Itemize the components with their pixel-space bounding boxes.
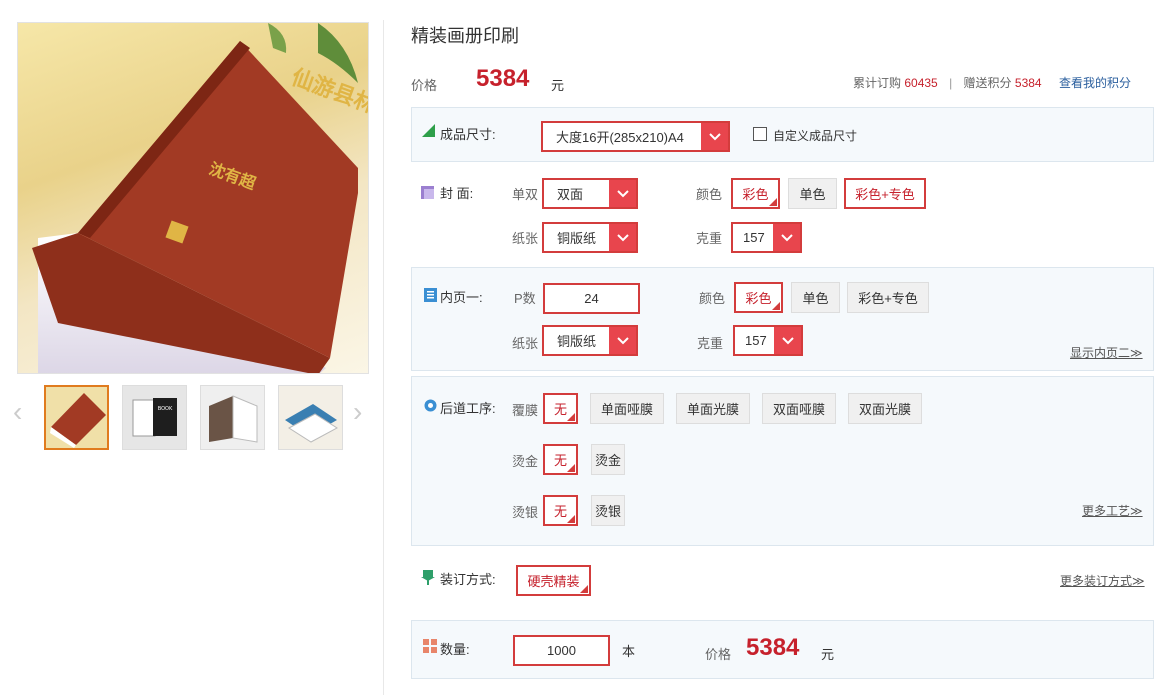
custom-size-label: 自定义成品尺寸: [773, 129, 858, 143]
stats-separator: |: [949, 76, 953, 90]
chevron-down-icon: [609, 327, 636, 354]
svg-text:BOOK: BOOK: [158, 406, 173, 412]
custom-size-checkbox[interactable]: [753, 127, 767, 141]
cover-side-value: 双面: [557, 187, 584, 202]
chevron-down-icon: [701, 123, 728, 150]
thumb-next-arrow[interactable]: ›: [353, 398, 362, 426]
inner-color-option[interactable]: 彩色+专色: [847, 282, 929, 313]
price-currency: 元: [551, 78, 565, 93]
total-price-label: 价格: [705, 647, 732, 662]
inner-color-option[interactable]: 单色: [791, 282, 840, 313]
lamination-option[interactable]: 无: [543, 393, 578, 424]
inner-paper-select[interactable]: 铜版纸: [542, 325, 638, 356]
lamination-option[interactable]: 双面哑膜: [762, 393, 836, 424]
cover-color-option[interactable]: 彩色: [731, 178, 780, 209]
gold-option[interactable]: 无: [543, 444, 578, 475]
grid-icon: [423, 639, 437, 656]
more-binding-link[interactable]: 更多装订方式≫: [1060, 572, 1145, 589]
show-inner-two-link[interactable]: 显示内页二≫: [1070, 344, 1143, 361]
points-label: 赠送积分: [963, 76, 1012, 90]
chevron-down-icon: [609, 224, 636, 251]
price-value: 5384: [476, 65, 530, 92]
silver-option[interactable]: 无: [543, 495, 578, 526]
more-finishing-link[interactable]: 更多工艺≫: [1082, 502, 1143, 519]
divider: [383, 20, 384, 695]
points-count: 5384: [1014, 76, 1042, 90]
lamination-option[interactable]: 双面光膜: [848, 393, 922, 424]
total-price-value: 5384: [746, 634, 800, 661]
product-main-image: 仙游县林氏大族谱 沈有超: [17, 22, 369, 374]
orders-label: 累计订购: [853, 76, 902, 90]
product-title: 精装画册印刷: [411, 26, 519, 46]
cover-color-option[interactable]: 彩色+专色: [844, 178, 926, 209]
cover-weight-value: 157: [743, 230, 765, 245]
finish-label: 后道工序:: [440, 401, 496, 416]
inner-color-option[interactable]: 彩色: [734, 282, 783, 313]
pin-icon: [421, 570, 435, 588]
my-points-link[interactable]: 查看我的积分: [1059, 76, 1131, 90]
inner-paper-label: 纸张: [512, 336, 539, 351]
gear-icon: [423, 398, 438, 416]
orders-count: 60435: [904, 76, 938, 90]
inner-paper-value: 铜版纸: [557, 334, 597, 349]
cover-weight-label: 克重: [696, 231, 723, 246]
total-price-currency: 元: [821, 647, 835, 662]
cover-paper-label: 纸张: [512, 231, 539, 246]
inner-weight-select[interactable]: 157: [733, 325, 803, 356]
inner-pages-input[interactable]: 24: [543, 283, 640, 314]
inner-label: 内页一:: [440, 290, 483, 305]
lamination-option[interactable]: 单面哑膜: [590, 393, 664, 424]
cover-label: 封 面:: [440, 186, 474, 201]
lamination-label: 覆膜: [512, 403, 539, 418]
thumbnail-1[interactable]: [44, 385, 109, 450]
size-label: 成品尺寸:: [440, 127, 496, 142]
chevron-down-icon: [774, 327, 801, 354]
silver-option[interactable]: 烫银: [591, 495, 625, 526]
gold-label: 烫金: [512, 454, 539, 469]
quantity-label: 数量:: [440, 642, 470, 657]
inner-color-label: 颜色: [699, 291, 726, 306]
thumbnail-3[interactable]: [200, 385, 265, 450]
gold-option[interactable]: 烫金: [591, 444, 625, 475]
silver-label: 烫银: [512, 505, 539, 520]
cover-paper-value: 铜版纸: [557, 231, 597, 246]
price-label: 价格: [411, 78, 438, 93]
quantity-unit: 本: [622, 644, 636, 659]
inner-weight-value: 157: [745, 333, 767, 348]
thumbnail-2[interactable]: BOOK: [122, 385, 187, 450]
order-stats: 累计订购 60435 | 赠送积分 5384 查看我的积分: [853, 74, 1131, 91]
cover-paper-select[interactable]: 铜版纸: [542, 222, 638, 253]
size-icon: [422, 124, 435, 140]
cover-side-select[interactable]: 双面: [542, 178, 638, 209]
binding-option[interactable]: 硬壳精装: [516, 565, 591, 596]
quantity-input[interactable]: 1000: [513, 635, 610, 666]
chevron-down-icon: [609, 180, 636, 207]
cover-weight-select[interactable]: 157: [731, 222, 802, 253]
binding-label: 装订方式:: [440, 572, 496, 587]
size-select-value: 大度16开(285x210)A4: [556, 130, 684, 145]
inner-icon: [424, 288, 437, 305]
cover-color-option[interactable]: 单色: [788, 178, 837, 209]
cover-side-label: 单双: [512, 187, 539, 202]
thumbnail-4[interactable]: [278, 385, 343, 450]
inner-weight-label: 克重: [697, 336, 724, 351]
cover-color-label: 颜色: [696, 187, 723, 202]
cover-icon: [421, 186, 434, 202]
thumb-prev-arrow[interactable]: ‹: [13, 398, 22, 426]
chevron-down-icon: [773, 224, 800, 251]
size-select[interactable]: 大度16开(285x210)A4: [541, 121, 730, 152]
lamination-option[interactable]: 单面光膜: [676, 393, 750, 424]
inner-pages-label: P数: [514, 291, 536, 306]
